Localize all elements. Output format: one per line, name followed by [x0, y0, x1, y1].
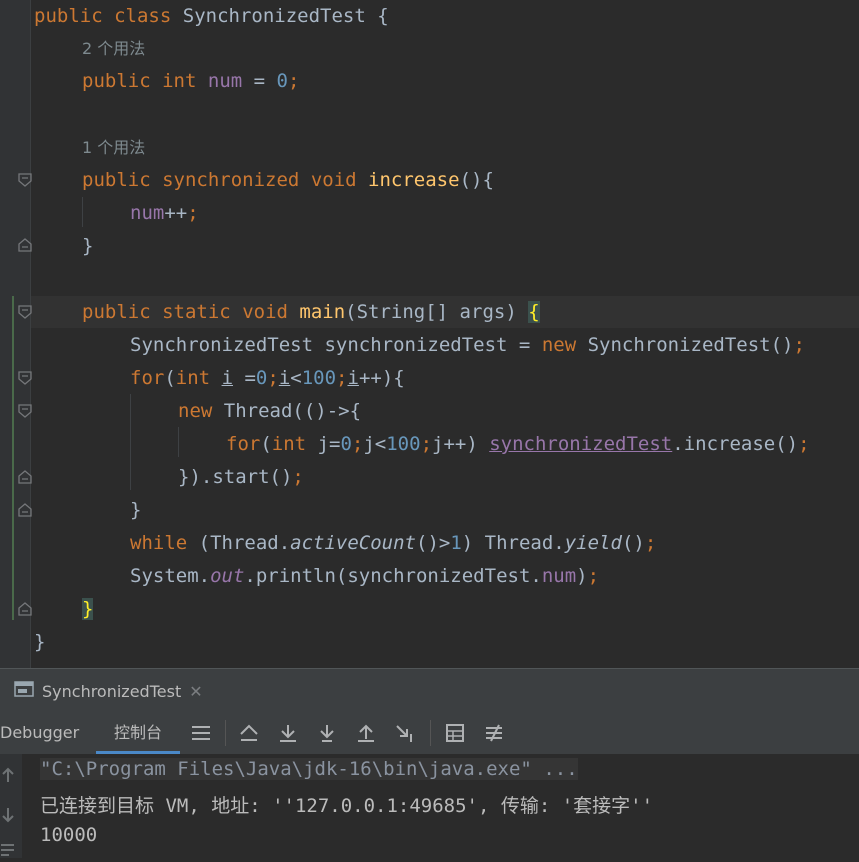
run-config-label: SynchronizedTest [42, 681, 182, 701]
code-line-class-close[interactable]: } [34, 626, 45, 659]
vcs-changed-marker[interactable] [12, 296, 14, 620]
toolbar-separator [430, 720, 431, 746]
tab-console[interactable]: 控制台 [96, 712, 181, 754]
run-config-tab[interactable]: SynchronizedTest ✕ [14, 679, 203, 703]
arrow-down-icon[interactable] [0, 806, 16, 828]
step-over-icon[interactable] [277, 722, 299, 744]
code-line-for-inner[interactable]: for(int j=0;j<100;j++) synchronizedTest.… [226, 428, 810, 461]
code-line-2[interactable]: public int num = 0; [82, 65, 299, 98]
fold-close-icon[interactable] [18, 602, 32, 616]
run-to-cursor-icon[interactable] [394, 722, 416, 744]
show-execution-point-icon[interactable] [238, 722, 260, 744]
gutter-separator [30, 0, 31, 668]
soft-wrap-icon[interactable] [0, 842, 16, 862]
debugger-toolbar: Debugger 控制台 [0, 712, 859, 755]
code-line-increase[interactable]: public synchronized void increase(){ [82, 164, 494, 197]
toolbar-separator [225, 720, 226, 746]
console-command-line[interactable]: "C:\Program Files\Java\jdk-16\bin\java.e… [40, 758, 578, 780]
console-output[interactable]: "C:\Program Files\Java\jdk-16\bin\java.e… [0, 754, 859, 858]
arrow-up-icon[interactable] [0, 766, 16, 788]
console-output-line: 10000 [40, 824, 98, 846]
fold-close-icon[interactable] [18, 470, 32, 484]
step-out-icon[interactable] [355, 722, 377, 744]
console-gutter [0, 754, 22, 858]
indent-guide [130, 394, 131, 490]
fold-open-icon[interactable] [18, 173, 32, 187]
close-icon[interactable]: ✕ [189, 682, 202, 701]
code-line-close[interactable]: } [82, 230, 93, 263]
fold-open-icon[interactable] [18, 404, 32, 418]
code-line-for-outer[interactable]: for(int i =0;i<100;i++){ [130, 362, 405, 395]
fold-close-icon[interactable] [18, 503, 32, 517]
tab-debugger[interactable]: Debugger [0, 712, 79, 754]
fold-open-icon[interactable] [18, 305, 32, 319]
code-line-num-inc[interactable]: num++; [130, 197, 199, 230]
code-line-new-thread[interactable]: new Thread(()->{ [178, 395, 361, 428]
fold-open-icon[interactable] [18, 371, 32, 385]
code-line-1[interactable]: public class SynchronizedTest { [34, 0, 389, 33]
console-connected-line: 已连接到目标 VM, 地址: ''127.0.0.1:49685', 传输: '… [40, 795, 654, 817]
code-line-for-close[interactable]: } [130, 494, 141, 527]
code-line-new-instance[interactable]: SynchronizedTest synchronizedTest = new … [130, 329, 805, 362]
indent-guide [178, 427, 179, 457]
tool-window-tabs: SynchronizedTest ✕ [0, 668, 859, 713]
code-line-while[interactable]: while (Thread.activeCount()>1) Thread.yi… [130, 527, 656, 560]
code-line-start[interactable]: }).start(); [178, 461, 304, 494]
code-line-println[interactable]: System.out.println(synchronizedTest.num)… [130, 560, 599, 593]
indent-guide [82, 197, 83, 227]
evaluate-expression-icon[interactable] [444, 722, 466, 744]
fold-close-icon[interactable] [18, 238, 32, 252]
trace-settings-icon[interactable] [483, 722, 505, 744]
code-editor[interactable]: public class SynchronizedTest { 2 个用法 pu… [0, 0, 859, 668]
code-line-main[interactable]: public static void main(String[] args) { [82, 296, 540, 329]
editor-gutter[interactable] [0, 0, 30, 668]
window-icon [14, 680, 34, 702]
usage-hint[interactable]: 1 个用法 [82, 131, 145, 164]
step-into-icon[interactable] [316, 722, 338, 744]
usage-hint[interactable]: 2 个用法 [82, 32, 145, 65]
code-line-main-close[interactable]: } [82, 593, 94, 626]
menu-icon[interactable] [190, 722, 212, 744]
